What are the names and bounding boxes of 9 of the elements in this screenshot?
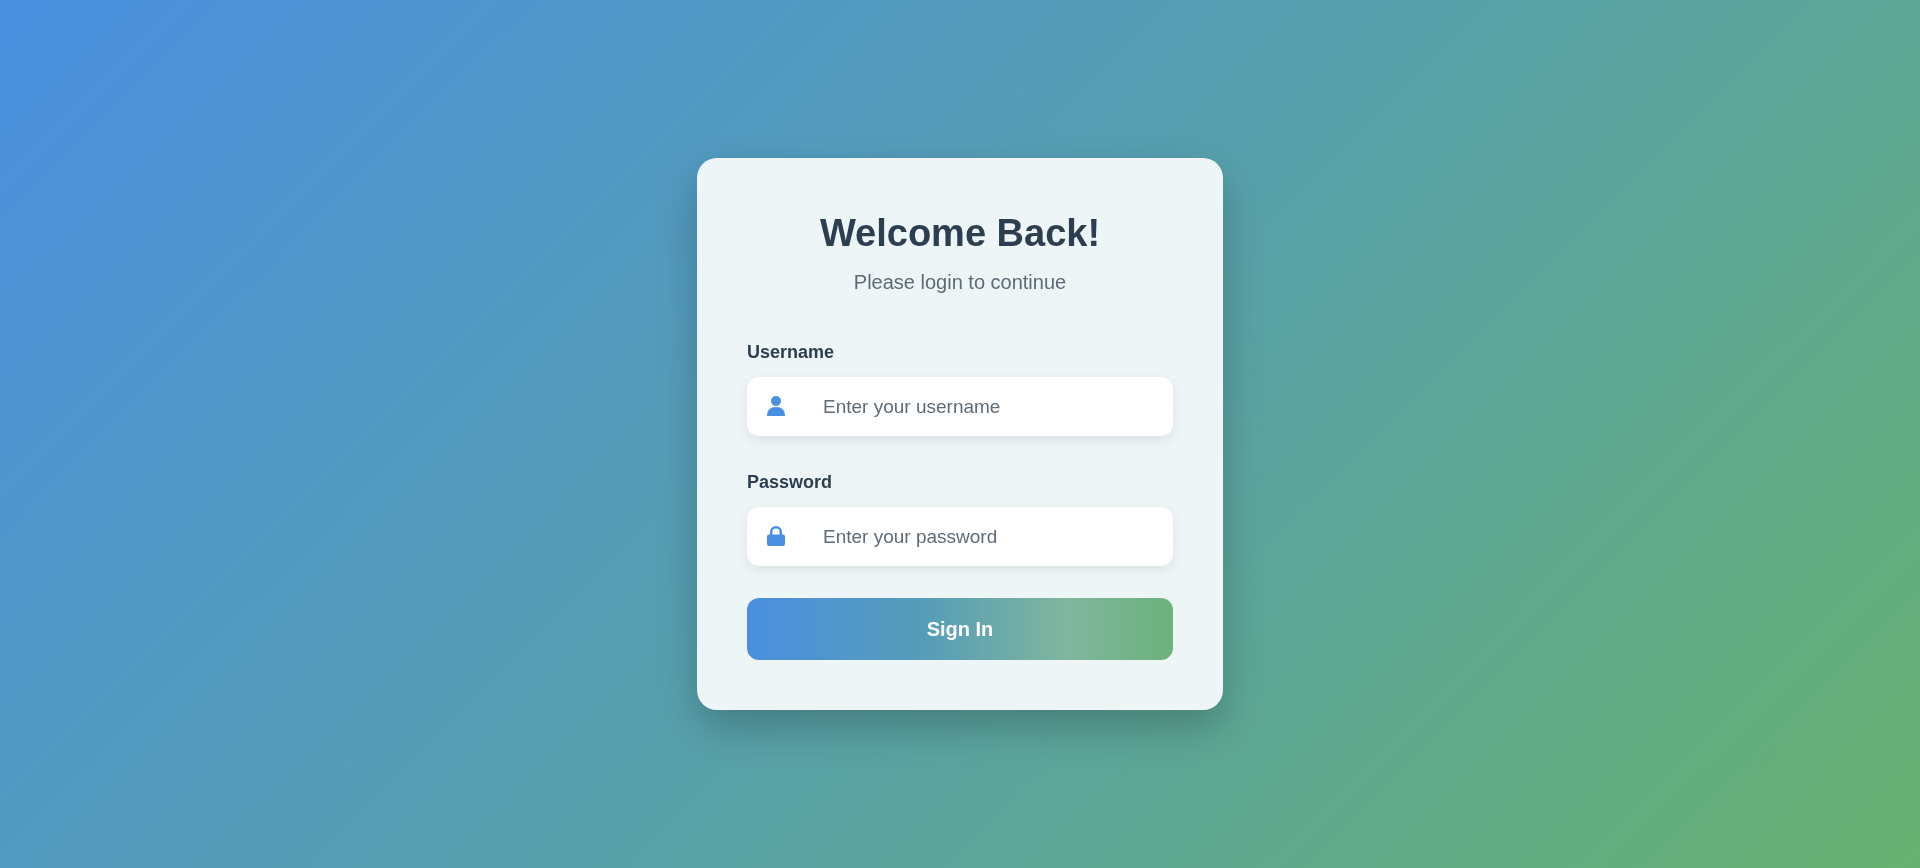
welcome-heading: Welcome Back! bbox=[818, 211, 1102, 256]
user-icon bbox=[767, 396, 785, 416]
sign-in-button[interactable]: Sign In bbox=[747, 598, 1173, 660]
password-input[interactable]: Enter your password bbox=[747, 507, 1173, 566]
subtitle-text: Please login to continue bbox=[852, 270, 1068, 294]
field-label: Username bbox=[747, 341, 836, 363]
username-input[interactable]: Enter your username bbox=[747, 377, 1173, 436]
field-label: Password bbox=[747, 471, 834, 493]
lock-icon bbox=[767, 526, 785, 546]
